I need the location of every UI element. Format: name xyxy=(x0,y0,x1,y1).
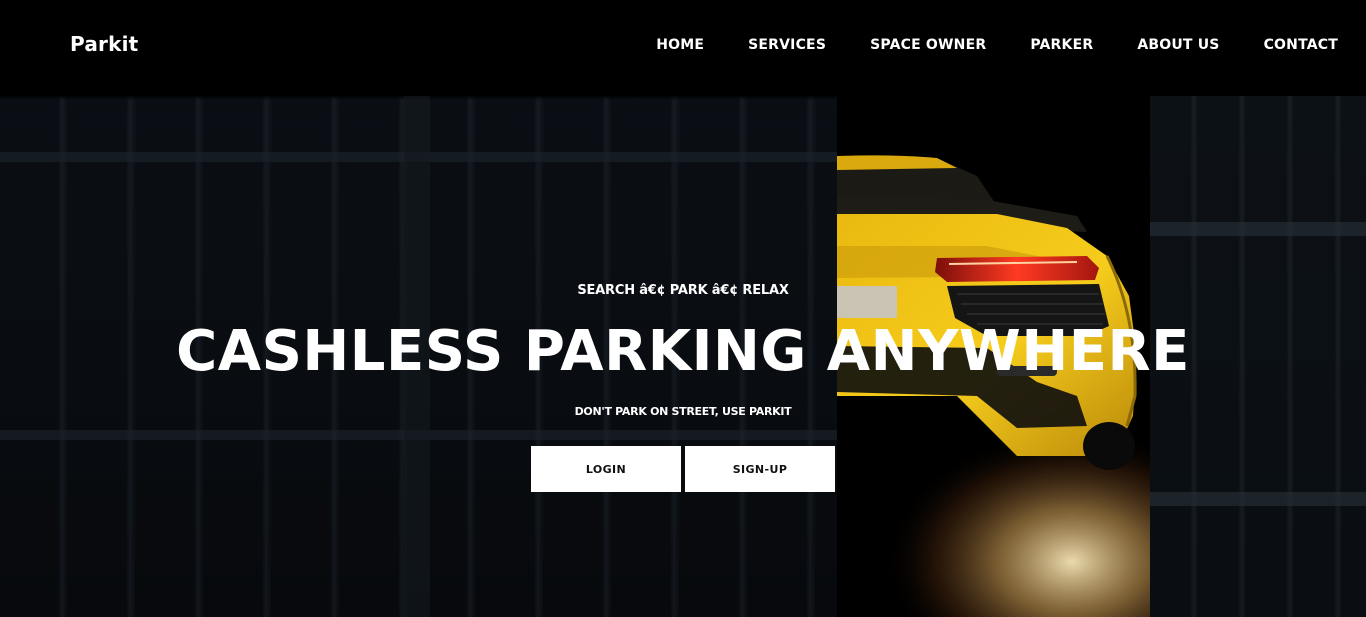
nav-item-space-owner: SPACE OWNER xyxy=(870,36,986,54)
nav-item-contact: CONTACT xyxy=(1264,36,1338,54)
brand-logo-link[interactable]: Parkit xyxy=(70,32,138,56)
hero-subline: DON'T PARK ON STREET, USE PARKIT xyxy=(574,405,792,418)
nav-link-parker[interactable]: PARKER xyxy=(1030,37,1093,53)
main-nav: HOME SERVICES SPACE OWNER PARKER ABOUT U… xyxy=(656,36,1338,54)
nav-link-services[interactable]: SERVICES xyxy=(748,37,826,53)
page: Parkit HOME SERVICES SPACE OWNER PARKER … xyxy=(0,0,1366,617)
nav-link-contact[interactable]: CONTACT xyxy=(1264,37,1338,53)
nav-link-home[interactable]: HOME xyxy=(656,37,704,53)
login-button[interactable]: LOGIN xyxy=(531,446,681,492)
nav-item-parker: PARKER xyxy=(1030,36,1093,54)
nav-item-services: SERVICES xyxy=(748,36,826,54)
nav-link-space-owner[interactable]: SPACE OWNER xyxy=(870,37,986,53)
garage-beam xyxy=(1150,222,1366,236)
hero-tagline: SEARCH â€¢ PARK â€¢ RELAX xyxy=(577,283,789,298)
site-header: Parkit HOME SERVICES SPACE OWNER PARKER … xyxy=(0,0,1366,96)
nav-link-about-us[interactable]: ABOUT US xyxy=(1137,37,1219,53)
garage-beam xyxy=(1150,492,1366,506)
hero-headline: CASHLESS PARKING ANYWHERE xyxy=(176,319,1190,384)
nav-item-home: HOME xyxy=(656,36,704,54)
nav-item-about-us: ABOUT US xyxy=(1137,36,1219,54)
signup-button[interactable]: SIGN-UP xyxy=(685,446,835,492)
